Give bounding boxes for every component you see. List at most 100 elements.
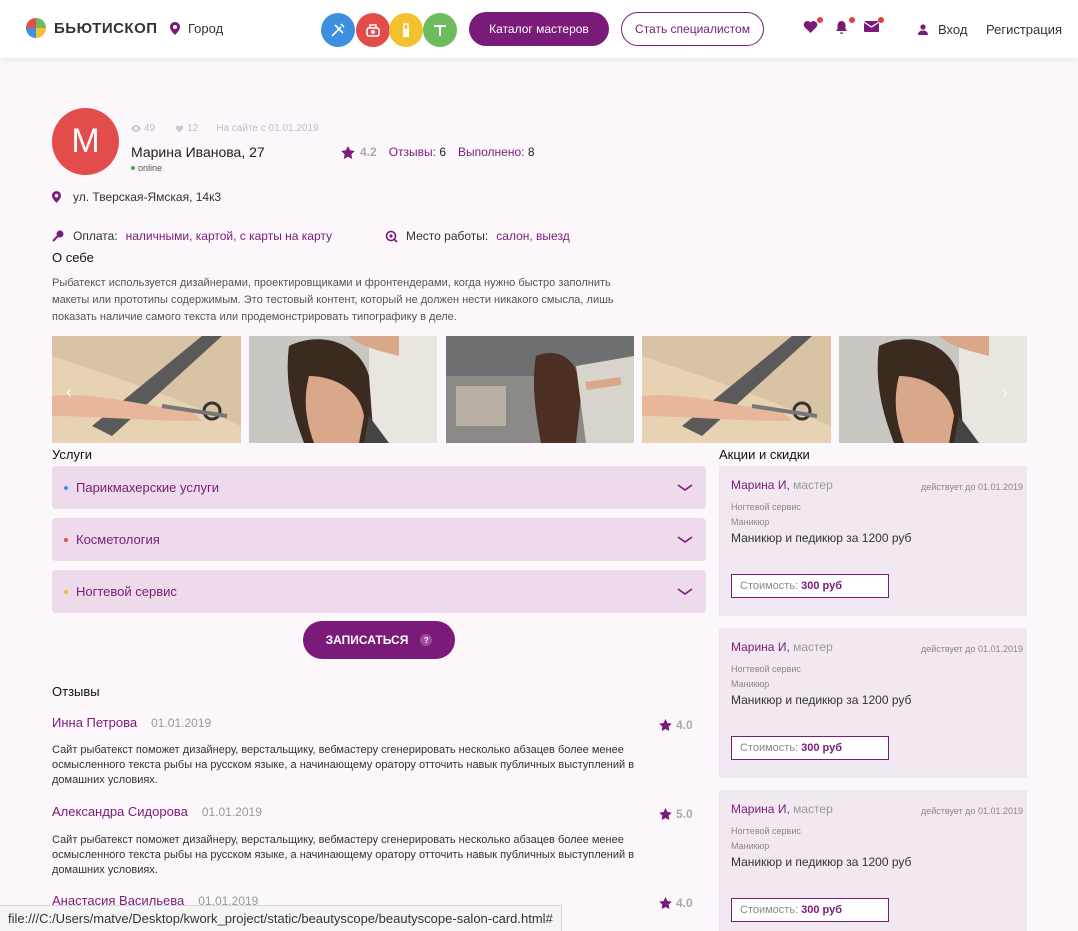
gallery-photo[interactable] xyxy=(839,336,1027,443)
help-icon[interactable]: ? xyxy=(420,634,433,646)
review-text: Сайт рыбатекст поможет дизайнеру, верста… xyxy=(52,834,635,876)
promo-master-role: мастер xyxy=(793,478,833,492)
category-bullet xyxy=(64,589,68,594)
review-rating-value: 4.0 xyxy=(676,718,693,732)
eye-icon xyxy=(131,125,141,132)
promo-subcategory: Маникюр xyxy=(731,679,770,689)
price-label: Стоимость: xyxy=(740,904,799,916)
promo-master[interactable]: Марина И, мастер xyxy=(731,478,833,492)
promo-category: Ногтевой сервис xyxy=(731,826,801,836)
category-nails-button[interactable] xyxy=(389,13,423,47)
category-cosmetology-button[interactable] xyxy=(356,13,390,47)
star-icon xyxy=(659,808,672,820)
review-rating-value: 5.0 xyxy=(676,807,693,821)
profile-meta: 49 12 На сайте с 01.01.2019 xyxy=(131,123,319,134)
views-counter: 49 xyxy=(131,123,155,134)
promo-price[interactable]: Стоимость: 300 руб xyxy=(731,898,889,922)
review-date: 01.01.2019 xyxy=(201,804,262,819)
done-label: Выполнено: xyxy=(458,145,525,159)
payment-value: наличными, картой, с карты на карту xyxy=(125,229,333,243)
hairdresser-icon xyxy=(331,23,345,37)
heart-icon xyxy=(803,21,818,33)
accordion-label: Ногтевой сервис xyxy=(76,584,177,599)
city-selector[interactable]: Город xyxy=(170,21,223,36)
nails-icon xyxy=(403,23,409,37)
notifications-button[interactable] xyxy=(835,17,855,36)
logo-text[interactable]: БЬЮТИСКОП xyxy=(54,20,158,37)
online-status: online xyxy=(131,163,162,173)
reviews-label: Отзывы: xyxy=(388,145,436,159)
site-header: БЬЮТИСКОП Город Каталог мастеров Стать с… xyxy=(0,0,1078,58)
review-author-name: Александра Сидорова xyxy=(52,804,188,819)
accordion-nails[interactable]: Ногтевой сервис xyxy=(52,570,706,613)
review-rating: 4.0 xyxy=(659,896,693,910)
promo-master[interactable]: Марина И, мастер xyxy=(731,640,833,654)
review-author[interactable]: Александра Сидорова 01.01.2019 xyxy=(52,804,262,819)
gallery-photo[interactable] xyxy=(642,336,831,443)
user-icon xyxy=(918,24,928,35)
promo-card[interactable]: Марина И, мастер действует до 01.01.2019… xyxy=(719,628,1027,778)
login-link[interactable]: Вход xyxy=(918,22,967,37)
rating-value: 4.2 xyxy=(360,145,377,159)
promo-card[interactable]: Марина И, мастер действует до 01.01.2019… xyxy=(719,790,1027,931)
online-dot xyxy=(131,166,135,170)
star-icon xyxy=(659,897,672,909)
gallery-photo[interactable] xyxy=(446,336,634,443)
promo-price[interactable]: Стоимость: 300 руб xyxy=(731,736,889,760)
category-hairdresser-button[interactable] xyxy=(321,13,355,47)
review-author-name: Инна Петрова xyxy=(52,715,138,730)
promo-master-name: Марина И, xyxy=(731,640,790,654)
promo-valid: действует до 01.01.2019 xyxy=(920,806,1023,816)
heart-outline-icon xyxy=(175,125,184,132)
price-value: 300 руб xyxy=(801,904,843,916)
star-icon xyxy=(341,145,355,159)
promos-title: Акции и скидки xyxy=(719,447,810,462)
gallery-photo[interactable] xyxy=(249,336,437,443)
reviews-count: 6 xyxy=(439,145,447,159)
favorites-button[interactable] xyxy=(803,17,823,36)
online-label: online xyxy=(138,163,163,173)
review-rating: 5.0 xyxy=(659,807,693,821)
book-button[interactable]: ЗАПИСАТЬСЯ ? xyxy=(303,621,455,659)
gallery-prev-button[interactable]: ‹ xyxy=(66,382,72,403)
promo-master-name: Марина И, xyxy=(731,802,790,816)
address-text: ул. Тверская-Ямская, 14к3 xyxy=(73,190,222,204)
chevron-down-icon xyxy=(677,536,693,543)
bell-icon xyxy=(836,21,847,34)
catalog-button[interactable]: Каталог мастеров xyxy=(469,12,609,46)
promo-valid: действует до 01.01.2019 xyxy=(920,644,1023,654)
register-link[interactable]: Регистрация xyxy=(986,22,1062,37)
notification-dot xyxy=(817,17,823,23)
review-date: 01.01.2019 xyxy=(151,715,212,730)
price-label: Стоимость: xyxy=(740,742,799,754)
reviews-stat[interactable]: Отзывы: 6 xyxy=(389,145,446,159)
done-count: 8 xyxy=(527,145,535,159)
logo-icon[interactable] xyxy=(26,18,46,38)
promo-master[interactable]: Марина И, мастер xyxy=(731,802,833,816)
payment-label: Оплата: xyxy=(73,229,118,243)
master-name: Марина Иванова, 27 xyxy=(131,144,265,160)
review-author[interactable]: Инна Петрова 01.01.2019 xyxy=(52,715,211,730)
payment-info: Оплата: наличными, картой, с карты на ка… xyxy=(52,229,332,243)
gallery-next-button[interactable]: › xyxy=(1002,382,1008,403)
workplace-icon xyxy=(385,230,398,243)
review-text: Сайт рыбатекст поможет дизайнеру, верста… xyxy=(52,744,635,786)
done-stat: Выполнено: 8 xyxy=(458,145,535,159)
become-specialist-button[interactable]: Стать специалистом xyxy=(621,12,764,46)
promo-price[interactable]: Стоимость: 300 руб xyxy=(731,574,889,598)
notification-dot xyxy=(849,17,855,23)
accordion-hairdressing[interactable]: Парикмахерские услуги xyxy=(52,466,706,509)
gallery-photo[interactable] xyxy=(52,336,241,443)
accordion-cosmetology[interactable]: Косметология xyxy=(52,518,706,561)
promo-master-name: Марина И, xyxy=(731,478,790,492)
category-massage-button[interactable] xyxy=(423,13,457,47)
promo-card[interactable]: Марина И, мастер действует до 01.01.2019… xyxy=(719,466,1027,616)
workplace-label: Место работы: xyxy=(406,229,489,243)
cosmetology-icon xyxy=(366,24,380,37)
workplace-value: салон, выезд xyxy=(496,229,570,243)
envelope-icon xyxy=(863,21,880,32)
messages-button[interactable] xyxy=(863,17,884,36)
category-bullet xyxy=(64,485,68,490)
chevron-down-icon xyxy=(677,588,693,595)
rating: 4.2 xyxy=(341,145,377,159)
